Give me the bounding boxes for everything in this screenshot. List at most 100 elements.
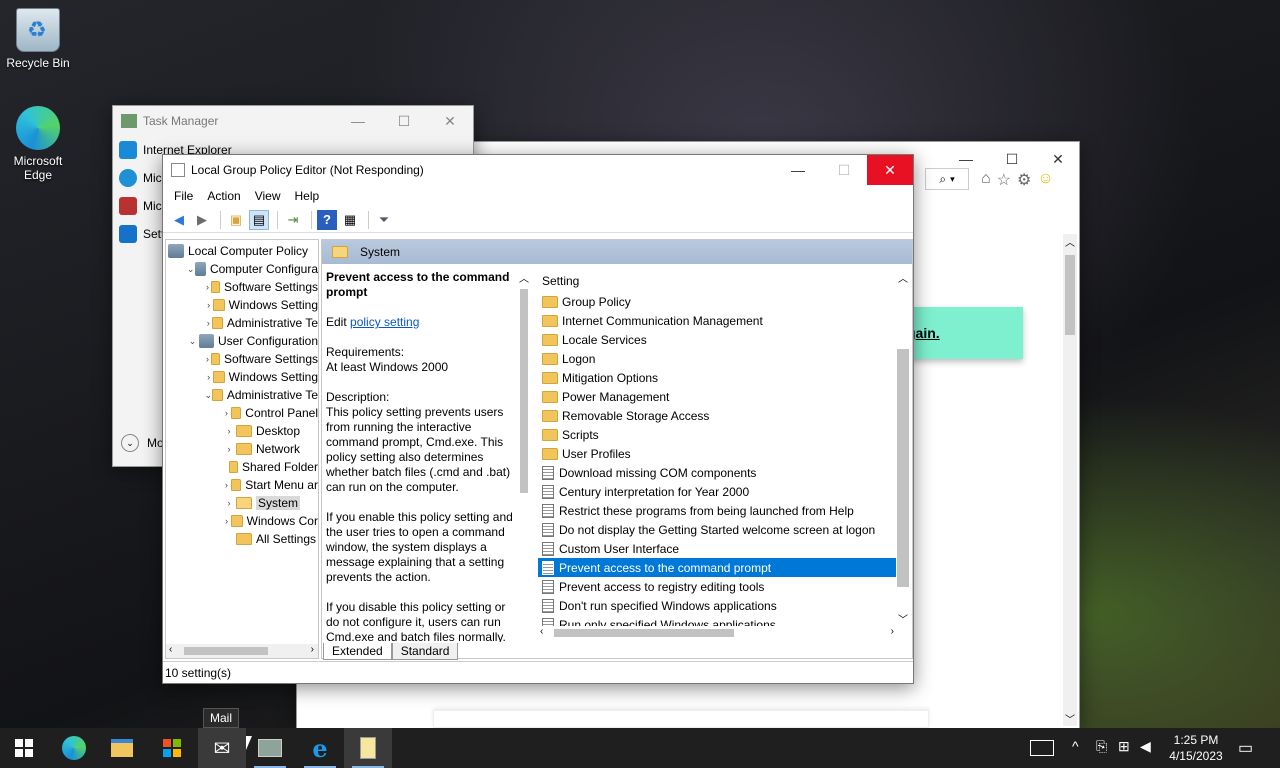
tree-item[interactable]: All Settings [166, 530, 318, 548]
export-list-icon[interactable]: ⇥ [283, 210, 303, 230]
start-button[interactable] [0, 728, 48, 768]
tree-item[interactable]: Shared Folder [166, 458, 318, 476]
chevron-right-icon[interactable]: › [204, 372, 213, 382]
taskbar-file-explorer[interactable] [98, 728, 146, 768]
tab-extended[interactable]: Extended [323, 643, 392, 660]
more-details-button[interactable]: ⌄ Mo [121, 434, 164, 452]
tree-item[interactable]: › Administrative Te [166, 314, 318, 332]
tree-item[interactable]: Local Computer Policy [166, 242, 318, 260]
chevron-right-icon[interactable]: › [222, 498, 236, 508]
tree-item[interactable]: ⌄ User Configuration [166, 332, 318, 350]
scroll-thumb[interactable] [184, 647, 268, 655]
browser-scrollbar[interactable]: ︿ ﹀ [1063, 234, 1077, 726]
list-item[interactable]: Prevent access to the command prompt [538, 558, 896, 577]
tree-item[interactable]: ⌄ Administrative Te [166, 386, 318, 404]
list-item[interactable]: Restrict these programs from being launc… [538, 501, 896, 520]
column-header-setting[interactable]: Setting [538, 270, 896, 292]
forward-icon[interactable]: ▶ [192, 210, 212, 230]
list-item[interactable]: Mitigation Options [538, 368, 896, 387]
chevron-right-icon[interactable]: › [204, 318, 212, 328]
tree-item[interactable]: › Windows Setting [166, 296, 318, 314]
list-item[interactable]: Scripts [538, 425, 896, 444]
tree-item[interactable]: › Start Menu ar [166, 476, 318, 494]
close-button[interactable]: ✕ [867, 155, 913, 185]
tree-item[interactable]: › Software Settings [166, 350, 318, 368]
chevron-down-icon[interactable]: ⌄ [186, 336, 199, 347]
list-item[interactable]: Logon [538, 349, 896, 368]
taskbar-mail[interactable]: ✉ [198, 728, 246, 768]
close-button[interactable]: ✕ [427, 106, 473, 136]
scroll-thumb[interactable] [554, 629, 734, 637]
scroll-thumb[interactable] [520, 289, 528, 493]
scroll-up-icon[interactable]: ︿ [1063, 234, 1077, 249]
scroll-up-icon[interactable]: ︿ [896, 270, 910, 285]
chevron-down-icon[interactable]: ⌄ [186, 264, 195, 275]
tree-item[interactable]: › Desktop [166, 422, 318, 440]
minimize-button[interactable]: — [335, 106, 381, 136]
scroll-left-icon[interactable]: ‹ [169, 644, 172, 655]
list-item[interactable]: Power Management [538, 387, 896, 406]
taskbar-task-manager[interactable] [246, 728, 294, 768]
taskbar-notepad[interactable] [344, 728, 392, 768]
list-item[interactable]: Run only specified Windows applications [538, 615, 896, 626]
list-item[interactable]: Don't run specified Windows applications [538, 596, 896, 615]
smiley-icon[interactable]: ☺ [1037, 170, 1053, 190]
list-item[interactable]: Prevent access to registry editing tools [538, 577, 896, 596]
scroll-thumb[interactable] [897, 349, 909, 587]
chevron-right-icon[interactable]: › [222, 426, 236, 436]
volume-icon[interactable]: ◀ [1140, 738, 1151, 755]
tree-horizontal-scrollbar[interactable]: ‹ › [166, 644, 318, 658]
menu-action[interactable]: Action [200, 189, 247, 203]
help-icon[interactable]: ? [317, 209, 337, 230]
tree-item[interactable]: › Network [166, 440, 318, 458]
task-manager-title-bar[interactable]: Task Manager — ☐ ✕ [113, 106, 473, 136]
maximize-button[interactable]: ☐ [381, 106, 427, 136]
chevron-right-icon[interactable]: › [204, 354, 211, 364]
list-item[interactable]: Download missing COM components [538, 463, 896, 482]
desktop-icon-recycle-bin[interactable]: Recycle Bin [0, 8, 76, 70]
properties-icon[interactable]: ▦ [340, 210, 360, 230]
maximize-button[interactable]: ☐ [821, 155, 867, 185]
settings-vertical-scrollbar[interactable]: ︿ ﹀ [896, 270, 910, 626]
list-item[interactable]: Century interpretation for Year 2000 [538, 482, 896, 501]
gpedit-title-bar[interactable]: Local Group Policy Editor (Not Respondin… [163, 155, 913, 185]
clock[interactable]: 1:25 PM 4/15/2023 [1166, 732, 1226, 764]
chevron-right-icon[interactable]: › [204, 300, 213, 310]
list-item[interactable]: Do not display the Getting Started welco… [538, 520, 896, 539]
chevron-right-icon[interactable]: › [222, 444, 236, 454]
scroll-down-icon[interactable]: ﹀ [1063, 711, 1077, 726]
taskbar-edge[interactable] [50, 728, 98, 768]
chevron-down-icon[interactable]: ⌄ [204, 390, 212, 401]
filter-icon[interactable]: ⏷ [374, 210, 394, 230]
home-icon[interactable]: ⌂ [981, 170, 991, 190]
tab-standard[interactable]: Standard [391, 643, 459, 660]
menu-view[interactable]: View [248, 189, 288, 203]
device-icon[interactable]: ⎘ [1096, 738, 1107, 755]
list-item[interactable]: Group Policy [538, 292, 896, 311]
scroll-right-icon[interactable]: › [311, 644, 314, 655]
network-icon[interactable]: ⊞ [1118, 738, 1130, 755]
chevron-right-icon[interactable]: › [222, 408, 231, 418]
show-hidden-icons-icon[interactable]: ^ [1072, 738, 1079, 754]
tree-item[interactable]: ⌄ Computer Configura [166, 260, 318, 278]
list-item[interactable]: User Profiles [538, 444, 896, 463]
keyboard-icon[interactable] [1030, 740, 1054, 756]
scroll-down-icon[interactable]: ﹀ [896, 611, 910, 626]
scroll-right-icon[interactable]: › [891, 626, 894, 637]
minimize-button[interactable]: — [775, 155, 821, 185]
favorites-icon[interactable]: ☆ [997, 170, 1011, 190]
scroll-up-icon[interactable]: ︿ [518, 270, 530, 285]
tree-item[interactable]: › System [166, 494, 318, 512]
taskbar-internet-explorer[interactable]: e [296, 728, 344, 768]
up-folder-icon[interactable]: ▣ [226, 210, 246, 230]
show-hide-tree-icon[interactable]: ▤ [249, 209, 269, 230]
edit-policy-link[interactable]: policy setting [350, 315, 419, 329]
tree-item[interactable]: › Control Panel [166, 404, 318, 422]
list-item[interactable]: Custom User Interface [538, 539, 896, 558]
search-dropdown[interactable]: ⌕ ▾ [925, 168, 969, 190]
list-item[interactable]: Locale Services [538, 330, 896, 349]
gear-icon[interactable]: ⚙ [1017, 170, 1031, 190]
menu-file[interactable]: File [167, 189, 200, 203]
scroll-left-icon[interactable]: ‹ [540, 626, 543, 637]
list-item[interactable]: Internet Communication Management [538, 311, 896, 330]
